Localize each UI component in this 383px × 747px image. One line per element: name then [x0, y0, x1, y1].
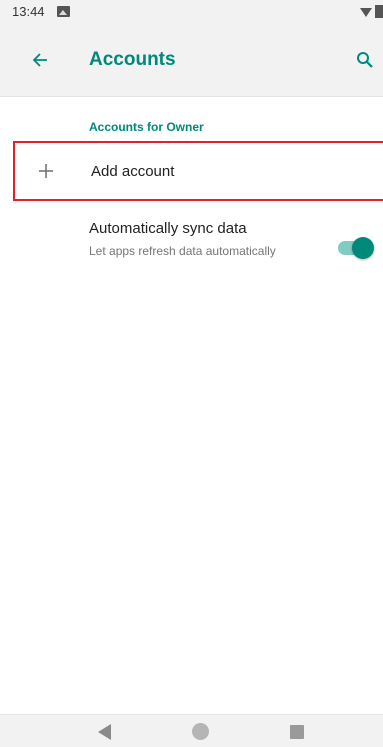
add-account-button[interactable]: Add account — [13, 141, 383, 201]
page-title: Accounts — [89, 49, 176, 70]
toggle-thumb — [352, 237, 374, 259]
back-button[interactable] — [20, 40, 60, 80]
accounts-screen: 13:44 Accounts Accounts for Owner Add ac… — [0, 0, 383, 747]
add-account-label: Add account — [91, 163, 175, 180]
auto-sync-toggle[interactable] — [338, 237, 374, 259]
section-header: Accounts for Owner — [89, 120, 204, 134]
nav-recents-icon[interactable] — [290, 725, 304, 739]
search-button[interactable] — [347, 40, 383, 80]
app-bar: Accounts — [0, 24, 383, 97]
status-time: 13:44 — [12, 4, 45, 19]
auto-sync-setting[interactable]: Automatically sync data Let apps refresh… — [0, 210, 383, 290]
battery-icon — [375, 5, 383, 18]
image-icon — [57, 6, 70, 17]
auto-sync-summary: Let apps refresh data automatically — [89, 244, 276, 258]
search-icon — [357, 52, 373, 68]
wifi-icon — [360, 8, 372, 17]
auto-sync-title: Automatically sync data — [89, 220, 247, 237]
arrow-left-icon — [32, 53, 47, 67]
plus-icon — [39, 164, 53, 178]
nav-home-icon[interactable] — [192, 723, 209, 740]
nav-back-icon[interactable] — [98, 724, 111, 740]
status-bar: 13:44 — [0, 0, 383, 24]
navigation-bar — [0, 714, 383, 747]
